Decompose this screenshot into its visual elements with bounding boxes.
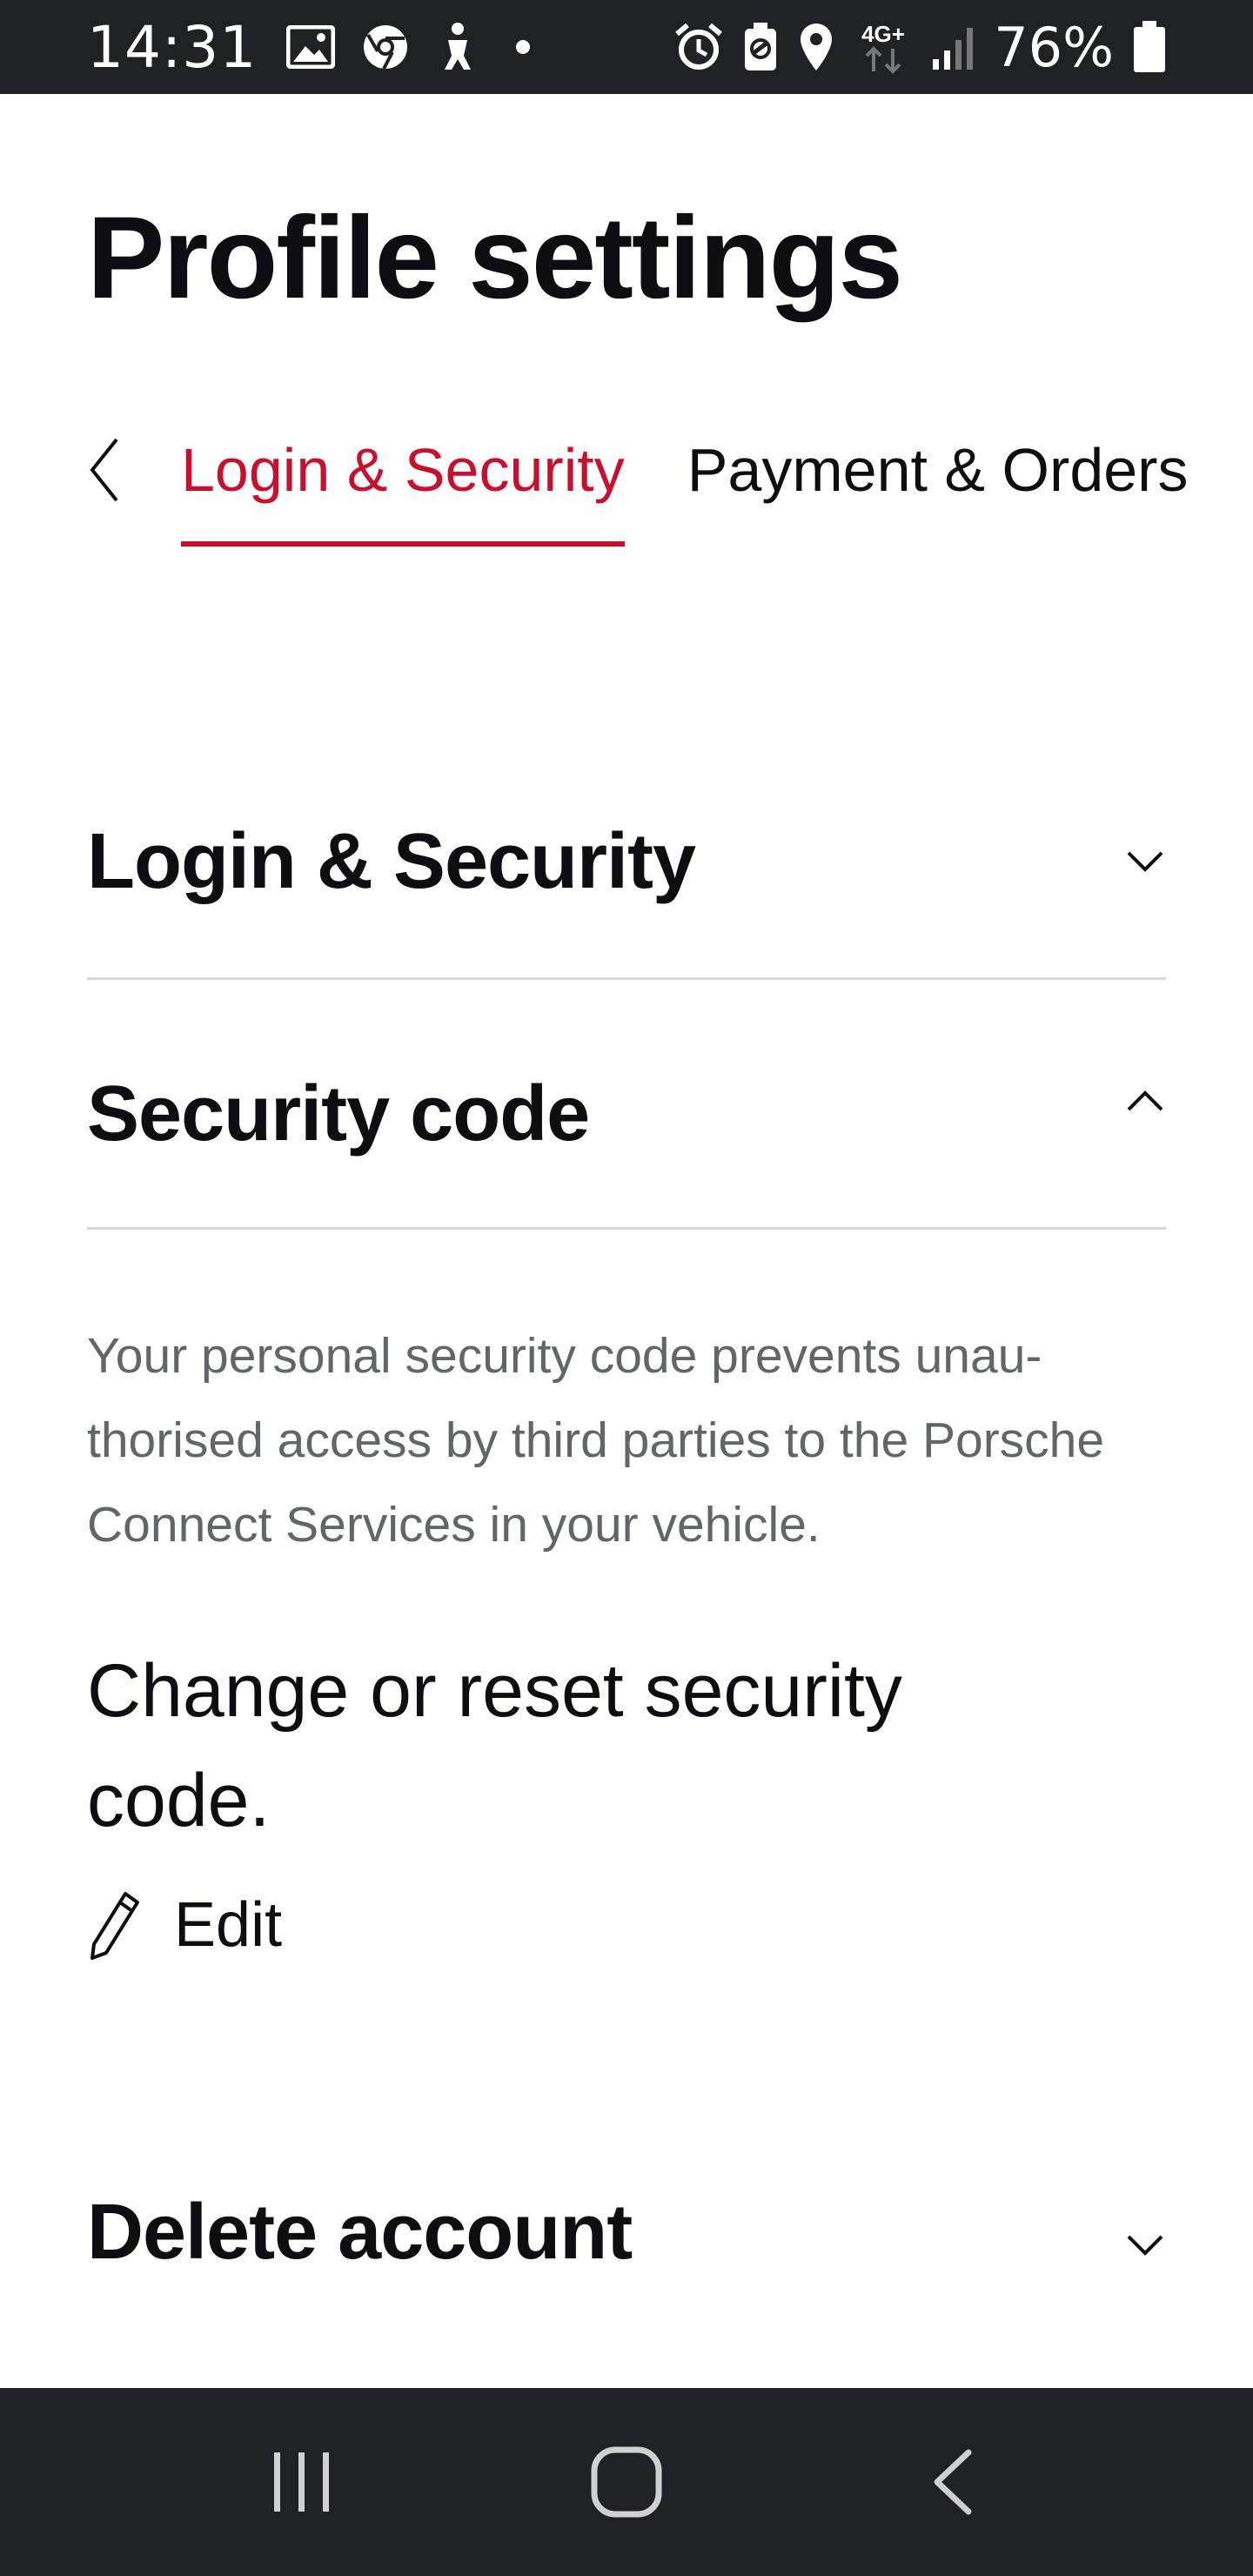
- battery-percent: 76%: [994, 15, 1114, 79]
- chevron-down-icon: [1124, 2224, 1166, 2266]
- page-title: Profile settings: [87, 193, 903, 323]
- battery-icon: [1134, 21, 1165, 72]
- system-nav-bar: [0, 2388, 1253, 2576]
- status-time: 14:31: [87, 13, 258, 81]
- chevron-down-icon: [1124, 841, 1166, 882]
- home-icon: [591, 2446, 662, 2518]
- recent-apps-button[interactable]: [232, 2412, 372, 2552]
- tab-payment-orders[interactable]: Payment & Orders: [687, 426, 1189, 513]
- accessibility-icon: [445, 23, 472, 70]
- tab-scroll-back-button[interactable]: [87, 426, 122, 513]
- status-bar: 14:31 4G+ 76%: [0, 0, 1253, 94]
- chevron-left-icon: [90, 438, 118, 502]
- network-4g-icon: 4G+: [861, 21, 905, 74]
- status-right: 4G+ 76%: [673, 16, 1166, 79]
- tab-login-security[interactable]: Login & Security: [181, 426, 625, 547]
- divider: [87, 977, 1166, 980]
- pencil-icon: [90, 1892, 139, 1960]
- accordion-title: Delete account: [87, 2188, 633, 2276]
- tab-bar: Login & Security Payment & Orders: [87, 426, 1189, 557]
- recent-apps-icon: [273, 2452, 329, 2512]
- gallery-icon: [286, 25, 336, 69]
- back-icon: [934, 2449, 972, 2515]
- status-left-icons: [286, 21, 540, 73]
- divider: [87, 1227, 1166, 1230]
- battery-saver-icon: [745, 23, 777, 70]
- chrome-icon: [364, 25, 408, 70]
- accordion-delete-account[interactable]: Delete account: [87, 2180, 1166, 2284]
- dot-icon: [516, 40, 531, 54]
- change-security-code-text: Change or reset security code.: [87, 1649, 902, 1842]
- back-button[interactable]: [881, 2412, 1021, 2552]
- security-code-description: Your personal security code prevents una…: [87, 1328, 1105, 1553]
- signal-icon: [933, 28, 974, 70]
- accordion-security-code[interactable]: Security code: [87, 1062, 1166, 1166]
- location-icon: [801, 23, 833, 70]
- network-type: 4G+: [861, 21, 905, 47]
- accordion-title: Login & Security: [87, 817, 696, 905]
- profile-settings-screen: 14:31 4G+ 76% Profile settings Login & S…: [0, 0, 1253, 2576]
- accordion-login-security[interactable]: Login & Security: [87, 809, 1166, 914]
- edit-label: Edit: [174, 1890, 283, 1960]
- alarm-icon: [675, 23, 723, 70]
- home-button[interactable]: [557, 2412, 696, 2552]
- chevron-up-icon: [1124, 1080, 1166, 1122]
- edit-security-code-button[interactable]: Edit: [87, 1888, 282, 1962]
- accordion-title: Security code: [87, 1070, 590, 1157]
